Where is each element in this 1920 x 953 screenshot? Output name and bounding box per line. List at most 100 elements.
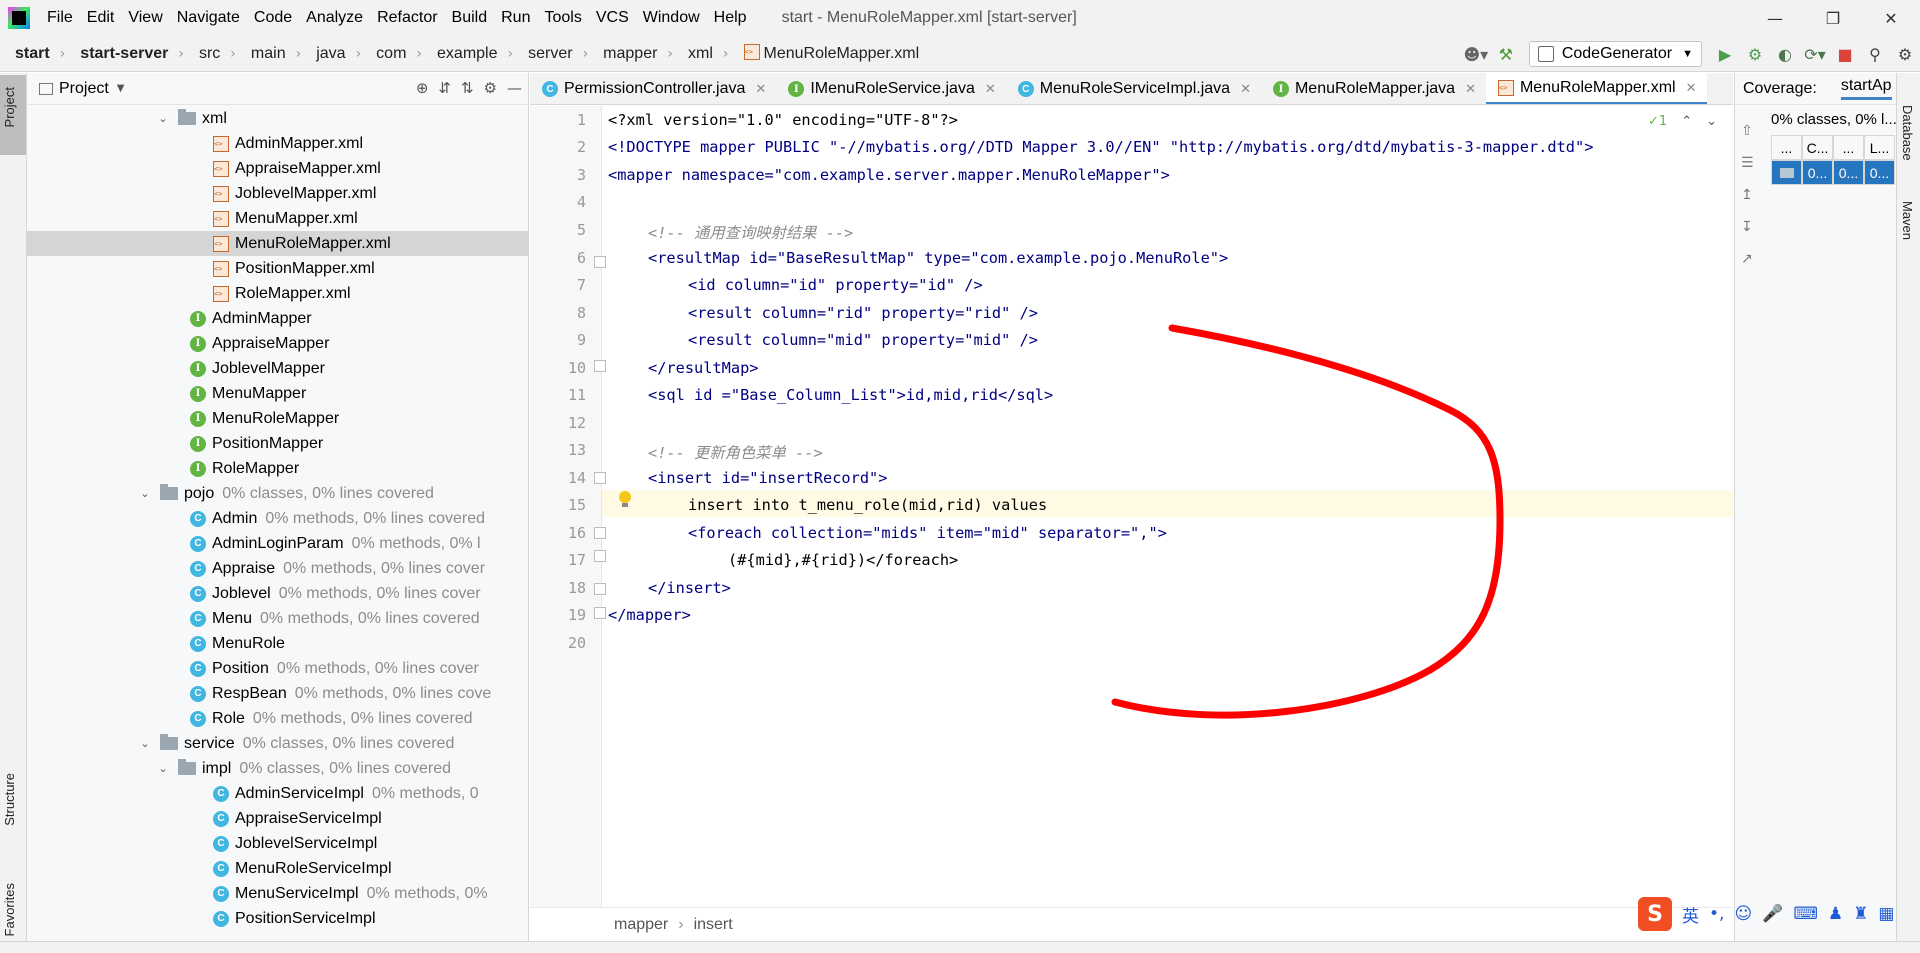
- tree-item[interactable]: C RespBean 0% methods, 0% lines cove: [27, 681, 528, 706]
- minimize-icon[interactable]: —: [1746, 0, 1804, 36]
- run-with-coverage-icon[interactable]: ◐: [1770, 39, 1800, 69]
- ime-language[interactable]: 英: [1682, 902, 1699, 927]
- tree-item[interactable]: ⌄ service 0% classes, 0% lines covered: [27, 731, 528, 756]
- export-icon[interactable]: ↧: [1741, 219, 1761, 235]
- profile-icon[interactable]: ⟳▾: [1800, 39, 1830, 69]
- chevron-up-icon[interactable]: ⌃: [1681, 114, 1692, 129]
- tree-item[interactable]: C MenuRoleServiceImpl: [27, 856, 528, 881]
- tree-item[interactable]: I PositionMapper: [27, 431, 528, 456]
- close-icon[interactable]: ✕: [1686, 80, 1697, 96]
- editor-tab[interactable]: C PermissionController.java ✕: [530, 73, 776, 104]
- breadcrumb-example[interactable]: example: [422, 45, 497, 63]
- database-tool-tab[interactable]: Database: [1900, 105, 1915, 161]
- inspection-widget[interactable]: ✓1 ⌃ ⌄: [1648, 114, 1717, 129]
- tree-item[interactable]: C Position 0% methods, 0% lines cover: [27, 656, 528, 681]
- fold-marker-icon[interactable]: [594, 360, 606, 372]
- close-icon[interactable]: ✕: [1240, 81, 1251, 97]
- chevron-down-icon[interactable]: ⌄: [1706, 114, 1717, 129]
- fold-marker-icon[interactable]: [594, 550, 606, 562]
- favorites-tool-tab[interactable]: Favorites: [2, 883, 17, 936]
- menu-code[interactable]: Code: [247, 9, 299, 27]
- chevron-down-icon[interactable]: ▼: [117, 83, 125, 94]
- locate-icon[interactable]: ⊕: [416, 79, 429, 97]
- search-icon[interactable]: ⚲: [1860, 39, 1890, 69]
- coverage-col-element[interactable]: ...: [1771, 135, 1802, 160]
- tree-item[interactable]: C MenuRole: [27, 631, 528, 656]
- tree-item[interactable]: I AppraiseMapper: [27, 331, 528, 356]
- tree-item[interactable]: I AdminMapper: [27, 306, 528, 331]
- tree-item[interactable]: PositionMapper.xml: [27, 256, 528, 281]
- fold-marker-icon[interactable]: [594, 256, 606, 268]
- import-icon[interactable]: ↥: [1741, 187, 1761, 203]
- tree-item[interactable]: C Menu 0% methods, 0% lines covered: [27, 606, 528, 631]
- keyboard-icon[interactable]: ⌨: [1793, 904, 1818, 924]
- fold-marker-icon[interactable]: [594, 472, 606, 484]
- tree-item[interactable]: C Role 0% methods, 0% lines covered: [27, 706, 528, 731]
- menu-window[interactable]: Window: [636, 9, 707, 27]
- emoji-icon[interactable]: ☺: [1734, 904, 1752, 924]
- tree-item[interactable]: C MenuServiceImpl 0% methods, 0%: [27, 881, 528, 906]
- ime-punctuation[interactable]: •,: [1709, 904, 1724, 924]
- tree-item[interactable]: C AdminServiceImpl 0% methods, 0: [27, 781, 528, 806]
- breadcrumb-main[interactable]: main: [236, 45, 286, 63]
- tree-item[interactable]: JoblevelMapper.xml: [27, 181, 528, 206]
- sogou-logo-icon[interactable]: S: [1638, 897, 1672, 931]
- menu-grid-icon[interactable]: ▦: [1878, 904, 1894, 924]
- fold-marker-icon[interactable]: [594, 527, 606, 539]
- maven-tool-tab[interactable]: Maven: [1900, 201, 1915, 240]
- hide-icon[interactable]: —: [507, 79, 522, 97]
- lightbulb-icon[interactable]: [618, 491, 632, 509]
- user-icon[interactable]: ☻▾: [1461, 39, 1491, 69]
- breadcrumb-xml[interactable]: xml: [673, 45, 713, 63]
- menu-navigate[interactable]: Navigate: [170, 9, 247, 27]
- debug-icon[interactable]: ⚙: [1740, 39, 1770, 69]
- chevron-down-icon[interactable]: ⌄: [138, 487, 152, 500]
- arrow-up-icon[interactable]: ⇧: [1741, 123, 1761, 139]
- tree-item[interactable]: MenuRoleMapper.xml: [27, 231, 528, 256]
- breadcrumb-project[interactable]: start: [0, 45, 50, 63]
- skin-icon[interactable]: ♜: [1853, 904, 1868, 924]
- tree-item[interactable]: I MenuRoleMapper: [27, 406, 528, 431]
- menu-help[interactable]: Help: [707, 9, 754, 27]
- coverage-col-line[interactable]: L...: [1864, 135, 1895, 160]
- run-icon[interactable]: ▶: [1710, 39, 1740, 69]
- structure-tool-tab[interactable]: Structure: [2, 773, 17, 826]
- coverage-tab[interactable]: startAp: [1840, 77, 1892, 100]
- stop-icon[interactable]: ■: [1830, 39, 1860, 69]
- flatten-icon[interactable]: ☰: [1741, 155, 1761, 171]
- gear-icon[interactable]: ⚙: [484, 79, 497, 97]
- tree-item[interactable]: C PositionServiceImpl: [27, 906, 528, 931]
- tree-item[interactable]: C Admin 0% methods, 0% lines covered: [27, 506, 528, 531]
- tree-item[interactable]: C Joblevel 0% methods, 0% lines cover: [27, 581, 528, 606]
- settings-icon[interactable]: ⚙: [1890, 39, 1920, 69]
- tree-item[interactable]: ⌄ pojo 0% classes, 0% lines covered: [27, 481, 528, 506]
- project-panel-title[interactable]: Project: [59, 80, 109, 98]
- menu-file[interactable]: File: [40, 9, 80, 27]
- tree-item[interactable]: I JoblevelMapper: [27, 356, 528, 381]
- tree-item[interactable]: C AppraiseServiceImpl: [27, 806, 528, 831]
- tree-item[interactable]: I MenuMapper: [27, 381, 528, 406]
- tree-item[interactable]: AdminMapper.xml: [27, 131, 528, 156]
- menu-refactor[interactable]: Refactor: [370, 9, 444, 27]
- close-window-icon[interactable]: ✕: [1862, 0, 1920, 36]
- breadcrumb-java[interactable]: java: [301, 45, 345, 63]
- microphone-icon[interactable]: 🎤: [1762, 904, 1783, 924]
- run-configuration-select[interactable]: CodeGenerator ▼: [1528, 41, 1702, 67]
- tree-item[interactable]: I RoleMapper: [27, 456, 528, 481]
- breadcrumb-file[interactable]: MenuRoleMapper.xml: [729, 44, 919, 63]
- editor-crumb-insert[interactable]: insert: [694, 916, 733, 934]
- menu-edit[interactable]: Edit: [80, 9, 122, 27]
- editor-tab[interactable]: I IMenuRoleService.java ✕: [776, 73, 1005, 104]
- coverage-col-method[interactable]: ...: [1833, 135, 1864, 160]
- restore-icon[interactable]: ❐: [1804, 0, 1862, 36]
- close-icon[interactable]: ✕: [755, 81, 766, 97]
- menu-analyze[interactable]: Analyze: [299, 9, 370, 27]
- fold-marker-icon[interactable]: [594, 607, 606, 619]
- breadcrumb-src[interactable]: src: [184, 45, 220, 63]
- build-hammer-icon[interactable]: ⚒: [1491, 39, 1521, 69]
- expand-all-icon[interactable]: ⇵: [438, 79, 451, 97]
- fold-marker-icon[interactable]: [594, 583, 606, 595]
- coverage-table-row[interactable]: 0... 0... 0...: [1771, 160, 1896, 185]
- menu-run[interactable]: Run: [494, 9, 537, 27]
- close-icon[interactable]: ✕: [1465, 81, 1476, 97]
